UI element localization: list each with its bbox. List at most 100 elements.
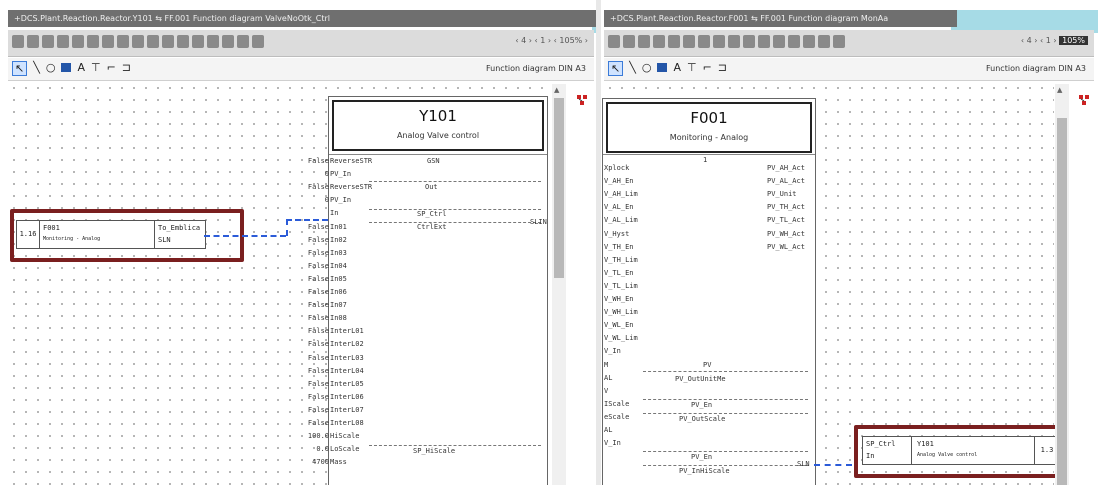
settings-icon[interactable] xyxy=(773,35,785,48)
zoom-value[interactable]: 105% xyxy=(1059,36,1088,45)
ellipse-tool-icon[interactable]: ○ xyxy=(46,61,56,76)
interconnection-line[interactable] xyxy=(286,219,328,221)
pin-name[interactable]: AL xyxy=(604,374,612,382)
left-vertical-scrollbar[interactable]: ▲ xyxy=(552,84,566,485)
link-icon[interactable] xyxy=(207,35,219,48)
test-icon[interactable] xyxy=(222,35,234,48)
text-tool-icon[interactable]: A xyxy=(77,61,85,76)
pin-name[interactable]: PV_TL_Act xyxy=(767,216,805,224)
scroll-thumb[interactable] xyxy=(1057,118,1067,485)
text-tool-icon[interactable]: A xyxy=(673,61,681,76)
object-properties-icon[interactable] xyxy=(1078,94,1090,106)
pin-name[interactable]: PV_Unit xyxy=(767,190,797,198)
pin-row[interactable]: 4700Mass xyxy=(293,458,347,466)
pin-name[interactable]: V_AL_En xyxy=(604,203,634,211)
connector-tool-icon[interactable]: ⌐ xyxy=(107,61,116,76)
pin-row[interactable]: In xyxy=(293,209,338,217)
save-icon[interactable] xyxy=(653,35,665,48)
cut-icon[interactable] xyxy=(668,35,680,48)
paste-icon[interactable] xyxy=(102,35,114,48)
pin-name[interactable]: PV_TH_Act xyxy=(767,203,805,211)
pin-row[interactable]: FalseInterL06 xyxy=(293,393,364,401)
right-diagram-canvas[interactable]: F001 Monitoring - Analog 1 PV PV_OutUnit… xyxy=(602,82,1068,485)
pin-name[interactable]: V_In xyxy=(604,347,621,355)
pin-row[interactable]: 0PV_In xyxy=(293,196,351,204)
redo-icon[interactable] xyxy=(132,35,144,48)
shape-tool-icon[interactable]: ⊐ xyxy=(718,61,727,76)
copy-icon[interactable] xyxy=(683,35,695,48)
left-window-title[interactable]: +DCS.Plant.Reaction.Reactor.Y101 ⇆ FF.00… xyxy=(8,10,596,27)
pin-name[interactable]: V_TH_Lim xyxy=(604,256,638,264)
pin-row[interactable]: FalseIn07 xyxy=(293,301,347,309)
refresh-icon[interactable] xyxy=(758,35,770,48)
pin-name[interactable]: V_AH_En xyxy=(604,177,634,185)
test-icon[interactable] xyxy=(818,35,830,48)
pin-name[interactable]: Xplock xyxy=(604,164,629,172)
redo-icon[interactable] xyxy=(728,35,740,48)
copy-icon[interactable] xyxy=(87,35,99,48)
link-icon[interactable] xyxy=(803,35,815,48)
zoom-icon[interactable] xyxy=(743,35,755,48)
object-properties-icon[interactable] xyxy=(576,94,588,106)
left-zoom-controls[interactable]: ‹ 4 › ‹ 1 › ‹ 105% › xyxy=(515,36,588,45)
pin-row[interactable]: 100.0HiScale xyxy=(293,432,360,440)
grid-icon[interactable] xyxy=(192,35,204,48)
pin-row[interactable]: FalseIn01 xyxy=(293,223,347,231)
interconnection-line[interactable] xyxy=(204,235,286,237)
grid-icon[interactable] xyxy=(788,35,800,48)
pin-row[interactable]: FalseReverseSTR xyxy=(293,157,372,165)
zoom-icon[interactable] xyxy=(147,35,159,48)
scroll-up-icon[interactable]: ▲ xyxy=(1057,86,1062,94)
pin-row[interactable]: FalseInterL01 xyxy=(293,327,364,335)
pin-name[interactable]: V_TL_En xyxy=(604,269,634,277)
pin-row[interactable]: FalseInterL02 xyxy=(293,340,364,348)
paste-icon[interactable] xyxy=(698,35,710,48)
pin-name[interactable]: M xyxy=(604,361,608,369)
settings-icon[interactable] xyxy=(177,35,189,48)
line-tool-icon[interactable]: ╲ xyxy=(629,61,636,76)
pin-name[interactable]: eScale xyxy=(604,413,629,421)
pin-name[interactable]: V_WH_Lim xyxy=(604,308,638,316)
rectangle-tool-icon[interactable] xyxy=(657,63,668,72)
pin-name[interactable]: PV_AH_Act xyxy=(767,164,805,172)
pin-row[interactable]: FalseInterL07 xyxy=(293,406,364,414)
pin-name[interactable]: PV_AL_Act xyxy=(767,177,805,185)
pin-name[interactable]: V_TH_En xyxy=(604,243,634,251)
toolbar-icons[interactable] xyxy=(12,35,264,51)
shape-tool-icon[interactable]: ⊐ xyxy=(122,61,131,76)
right-window-title[interactable]: +DCS.Plant.Reaction.Reactor.F001 ⇆ FF.00… xyxy=(604,10,957,27)
refresh-icon[interactable] xyxy=(162,35,174,48)
interconnection-line[interactable] xyxy=(814,464,852,466)
line-tool-icon[interactable]: ╲ xyxy=(33,61,40,76)
rectangle-tool-icon[interactable] xyxy=(61,63,72,72)
pin-row[interactable]: FalseIn05 xyxy=(293,275,347,283)
pin-row[interactable]: FalseIn02 xyxy=(293,236,347,244)
pin-row[interactable]: 0.0LoScale xyxy=(293,445,359,453)
pin-name[interactable]: V_AL_Lim xyxy=(604,216,638,224)
pin-row[interactable]: FalseIn03 xyxy=(293,249,347,257)
pin-row[interactable]: FalseInterL04 xyxy=(293,367,364,375)
pin-row[interactable]: FalseInterL08 xyxy=(293,419,364,427)
new-icon[interactable] xyxy=(12,35,24,48)
pointer-tool-icon[interactable]: ↖ xyxy=(12,61,28,76)
print-icon[interactable] xyxy=(42,35,54,48)
monitor-icon[interactable] xyxy=(833,35,845,48)
new-icon[interactable] xyxy=(608,35,620,48)
open-icon[interactable] xyxy=(27,35,39,48)
open-icon[interactable] xyxy=(623,35,635,48)
pin-tool-icon[interactable]: ⊤ xyxy=(687,61,697,76)
monitor-icon[interactable] xyxy=(237,35,249,48)
undo-icon[interactable] xyxy=(713,35,725,48)
toolbar-icons[interactable] xyxy=(608,35,845,51)
pin-name[interactable]: PV_WH_Act xyxy=(767,230,805,238)
pin-row[interactable]: FalseReverseSTR xyxy=(293,183,372,191)
right-zoom-controls[interactable]: ‹ 4 › ‹ 1 › 105% xyxy=(1021,36,1088,45)
print-icon[interactable] xyxy=(638,35,650,48)
pin-name[interactable]: V xyxy=(604,387,608,395)
pin-name[interactable]: V_TL_Lim xyxy=(604,282,638,290)
pin-name[interactable]: V_In xyxy=(604,439,621,447)
pin-row[interactable]: FalseIn06 xyxy=(293,288,347,296)
page-nav[interactable]: ‹ 4 › ‹ 1 › xyxy=(1021,36,1057,45)
pin-name[interactable]: V_WH_En xyxy=(604,295,634,303)
scroll-thumb[interactable] xyxy=(554,98,564,278)
